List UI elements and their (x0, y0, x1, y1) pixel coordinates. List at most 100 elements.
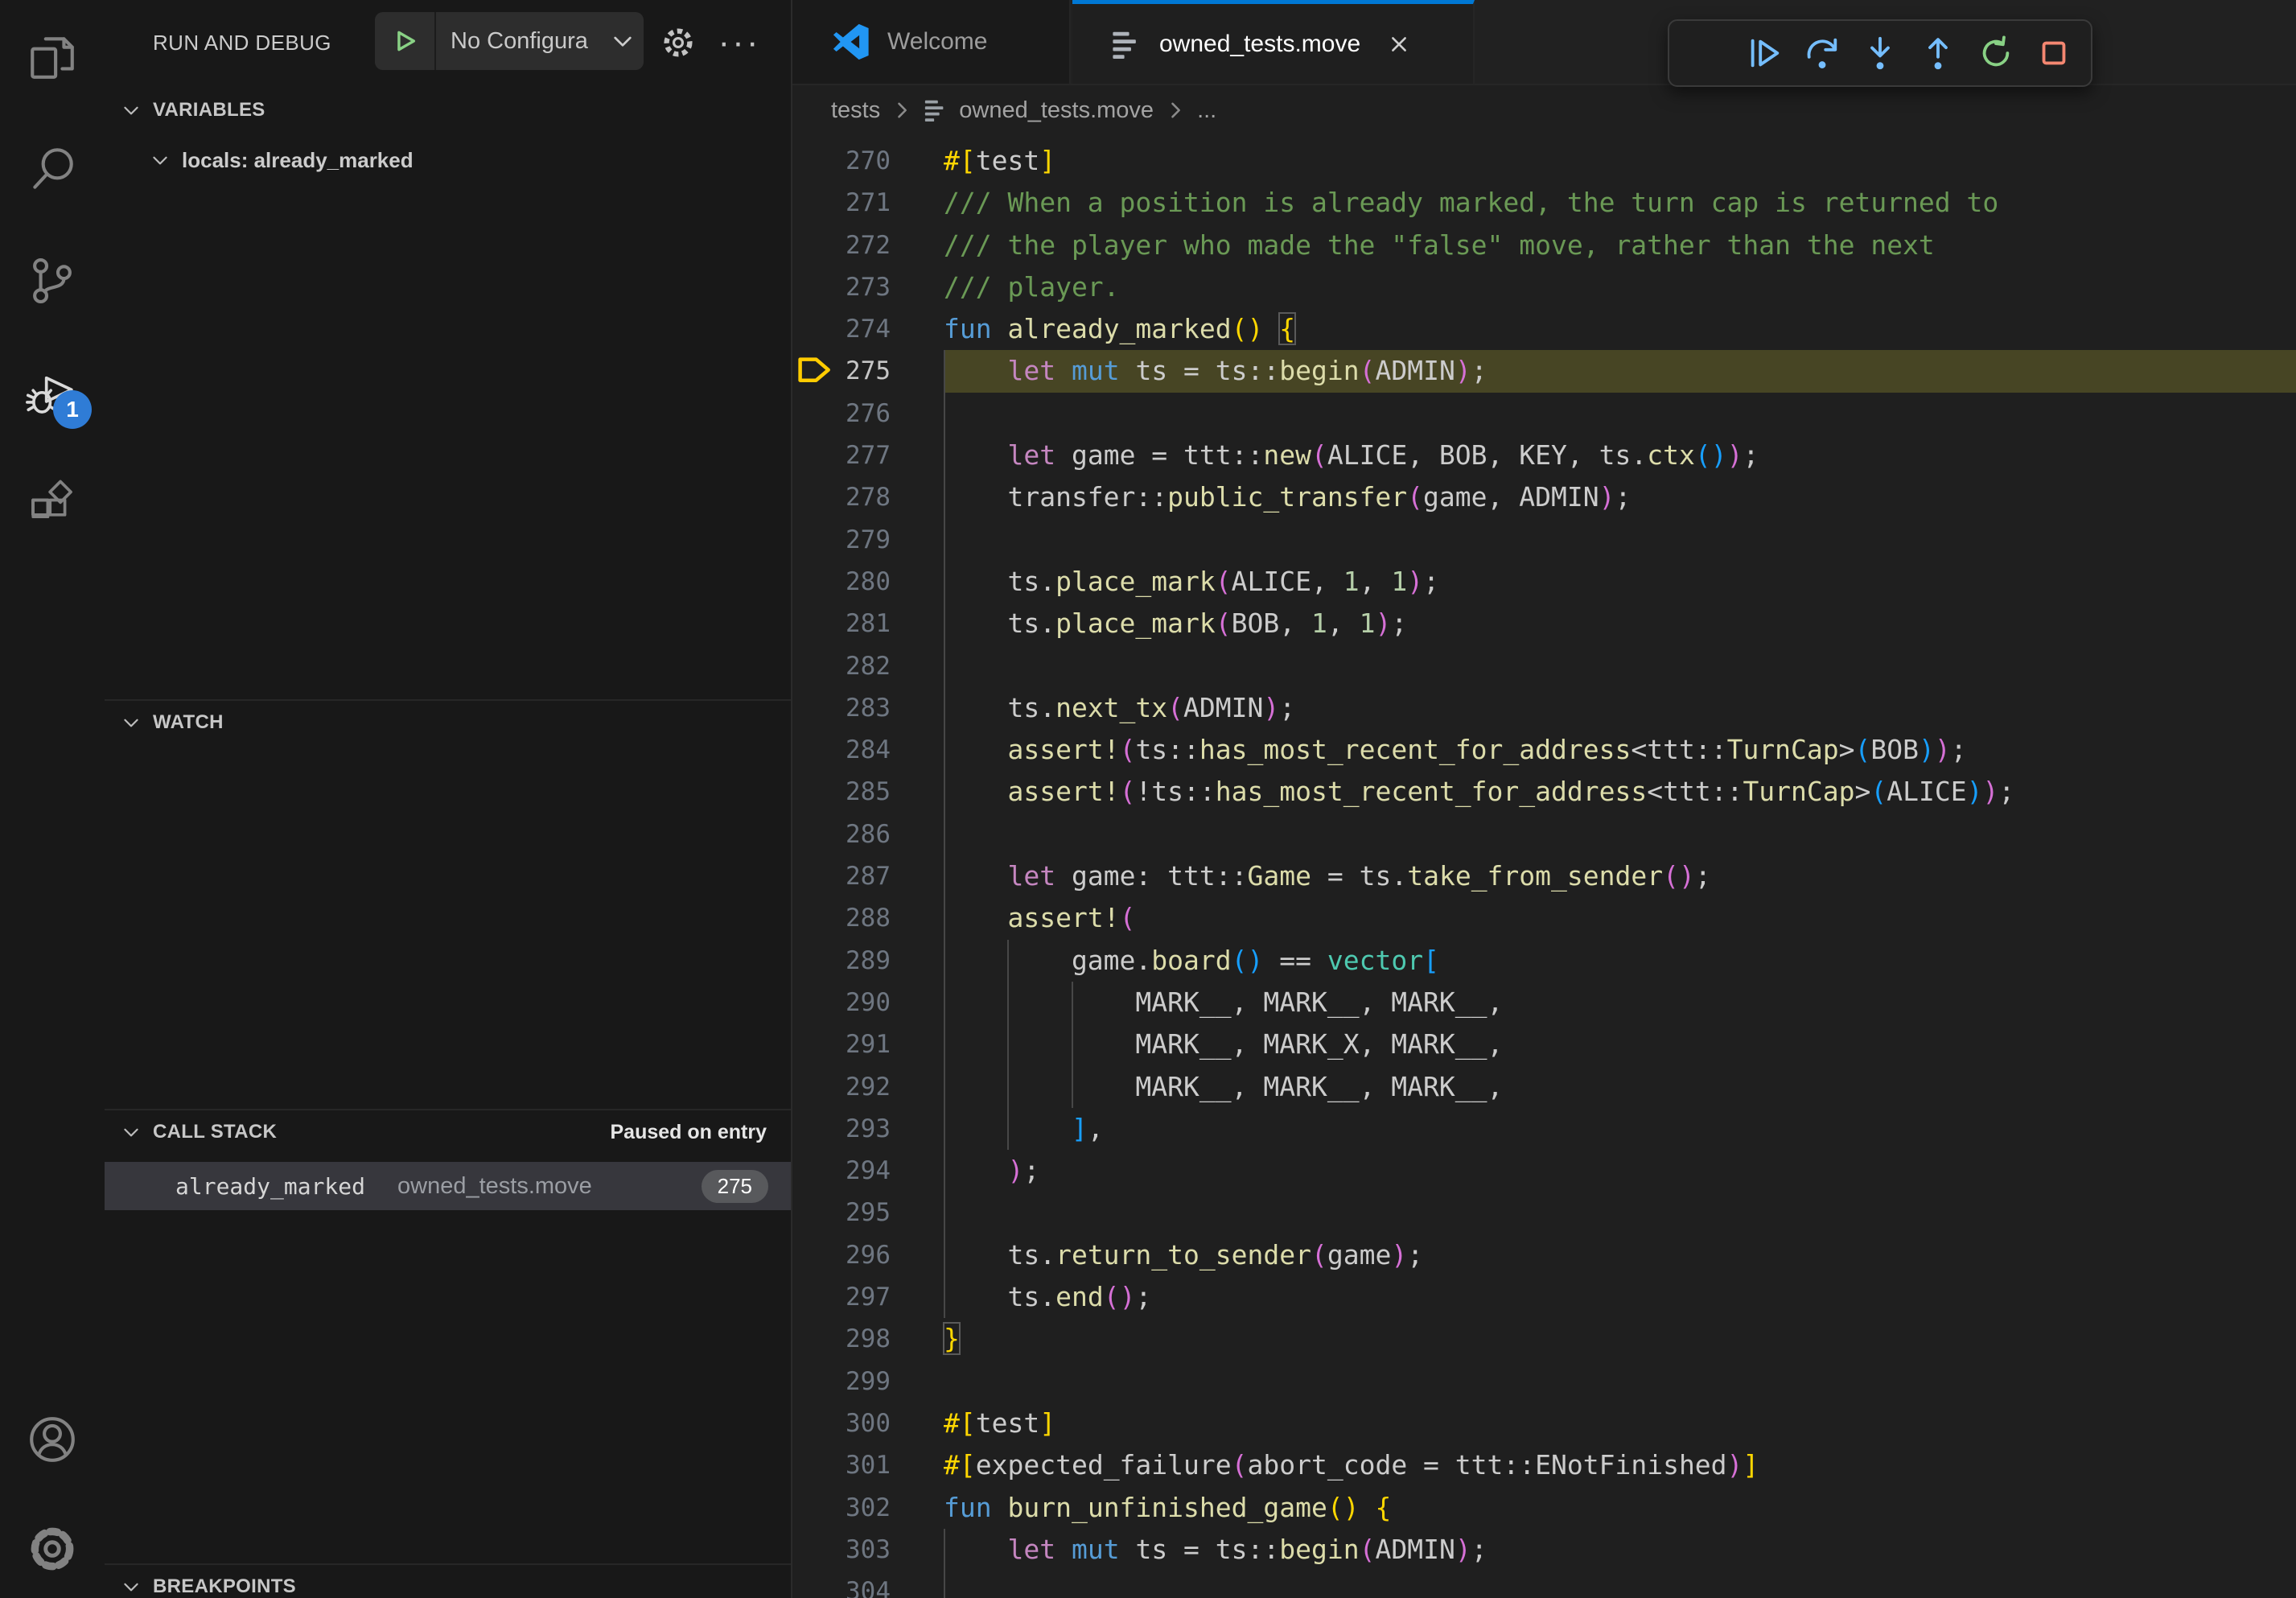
code-line-293[interactable]: 293 ], (791, 1108, 2296, 1150)
code-text[interactable]: fun burn_unfinished_game() { (944, 1487, 2296, 1529)
step-into-icon[interactable] (1851, 27, 1909, 80)
code-text[interactable]: ts.next_tx(ADMIN); (944, 687, 2296, 729)
watch-header[interactable]: WATCH (105, 701, 791, 744)
code-line-270[interactable]: 270#[test] (791, 140, 2296, 182)
gutter-line-300[interactable]: 300 (791, 1402, 944, 1444)
step-over-icon[interactable] (1793, 27, 1851, 80)
code-line-278[interactable]: 278 transfer::public_transfer(game, ADMI… (791, 476, 2296, 518)
code-line-302[interactable]: 302fun burn_unfinished_game() { (791, 1487, 2296, 1529)
code-text[interactable]: assert!(!ts::has_most_recent_for_address… (944, 771, 2296, 813)
gutter-line-284[interactable]: 284 (791, 729, 944, 771)
code-text[interactable] (944, 1192, 2296, 1234)
tab-welcome[interactable]: Welcome (791, 0, 1071, 84)
call-stack-header[interactable]: CALL STACK Paused on entry (105, 1110, 791, 1154)
code-text[interactable]: /// player. (944, 266, 2296, 308)
code-line-301[interactable]: 301#[expected_failure(abort_code = ttt::… (791, 1444, 2296, 1486)
gutter-line-273[interactable]: 273 (791, 266, 944, 308)
gutter-line-294[interactable]: 294 (791, 1150, 944, 1192)
code-line-291[interactable]: 291 MARK__, MARK_X, MARK__, (791, 1023, 2296, 1065)
code-line-288[interactable]: 288 assert!( (791, 897, 2296, 939)
code-text[interactable]: assert!(ts::has_most_recent_for_address<… (944, 729, 2296, 771)
code-text[interactable]: fun already_marked() { (944, 308, 2296, 350)
code-line-271[interactable]: 271/// When a position is already marked… (791, 182, 2296, 224)
gutter-line-288[interactable]: 288 (791, 897, 944, 939)
explorer-icon[interactable] (26, 31, 79, 84)
stop-icon[interactable] (2025, 27, 2083, 80)
variables-header[interactable]: VARIABLES (105, 89, 791, 132)
gutter-line-295[interactable]: 295 (791, 1192, 944, 1234)
code-text[interactable] (944, 645, 2296, 687)
code-text[interactable]: MARK__, MARK__, MARK__, (944, 1066, 2296, 1108)
code-line-297[interactable]: 297 ts.end(); (791, 1276, 2296, 1318)
code-line-286[interactable]: 286 (791, 813, 2296, 855)
gutter-line-272[interactable]: 272 (791, 224, 944, 266)
restart-icon[interactable] (1967, 27, 2025, 80)
code-text[interactable]: ts.place_mark(ALICE, 1, 1); (944, 561, 2296, 603)
code-line-299[interactable]: 299 (791, 1361, 2296, 1402)
gutter-line-289[interactable]: 289 (791, 940, 944, 982)
code-line-296[interactable]: 296 ts.return_to_sender(game); (791, 1234, 2296, 1276)
code-line-275[interactable]: 275 let mut ts = ts::begin(ADMIN); (791, 350, 2296, 392)
breakpoints-header[interactable]: BREAKPOINTS (105, 1565, 791, 1598)
code-line-283[interactable]: 283 ts.next_tx(ADMIN); (791, 687, 2296, 729)
code-line-294[interactable]: 294 ); (791, 1150, 2296, 1192)
code-text[interactable] (944, 393, 2296, 435)
code-editor[interactable]: 270#[test]271/// When a position is alre… (791, 135, 2296, 1598)
gutter-line-302[interactable]: 302 (791, 1487, 944, 1529)
gutter-line-297[interactable]: 297 (791, 1276, 944, 1318)
code-text[interactable]: ); (944, 1150, 2296, 1192)
code-line-304[interactable]: 304 (791, 1571, 2296, 1598)
gutter-line-271[interactable]: 271 (791, 182, 944, 224)
code-line-272[interactable]: 272/// the player who made the "false" m… (791, 224, 2296, 266)
code-text[interactable]: ts.end(); (944, 1276, 2296, 1318)
code-text[interactable]: ts.return_to_sender(game); (944, 1234, 2296, 1276)
gear-icon[interactable] (658, 23, 698, 63)
code-text[interactable] (944, 1361, 2296, 1402)
gutter-line-276[interactable]: 276 (791, 393, 944, 435)
code-line-280[interactable]: 280 ts.place_mark(ALICE, 1, 1); (791, 561, 2296, 603)
code-text[interactable]: #[expected_failure(abort_code = ttt::ENo… (944, 1444, 2296, 1486)
continue-icon[interactable] (1735, 27, 1793, 80)
source-control-icon[interactable] (26, 254, 79, 307)
gutter-line-304[interactable]: 304 (791, 1571, 944, 1598)
code-text[interactable]: MARK__, MARK_X, MARK__, (944, 1023, 2296, 1065)
code-text[interactable]: transfer::public_transfer(game, ADMIN); (944, 476, 2296, 518)
debug-config-select[interactable]: No Configura (451, 28, 592, 55)
settings-gear-icon[interactable] (26, 1522, 79, 1575)
debug-config-control[interactable]: No Configura (375, 12, 644, 70)
gutter-line-274[interactable]: 274 (791, 308, 944, 350)
code-text[interactable] (944, 519, 2296, 561)
code-text[interactable]: #[test] (944, 140, 2296, 182)
variables-scope-locals[interactable]: locals: already_marked (105, 138, 791, 182)
gutter-line-290[interactable]: 290 (791, 982, 944, 1023)
gutter-line-270[interactable]: 270 (791, 140, 944, 182)
gutter-line-282[interactable]: 282 (791, 645, 944, 687)
gutter-line-278[interactable]: 278 (791, 476, 944, 518)
start-debugging-icon[interactable] (375, 12, 436, 70)
breadcrumb-folder[interactable]: tests (831, 97, 880, 124)
code-line-289[interactable]: 289 game.board() == vector[ (791, 940, 2296, 982)
breadcrumb-symbol[interactable]: ... (1197, 97, 1216, 124)
gutter-line-280[interactable]: 280 (791, 561, 944, 603)
code-line-290[interactable]: 290 MARK__, MARK__, MARK__, (791, 982, 2296, 1023)
code-line-285[interactable]: 285 assert!(!ts::has_most_recent_for_add… (791, 771, 2296, 813)
code-text[interactable]: /// the player who made the "false" move… (944, 224, 2296, 266)
code-line-282[interactable]: 282 (791, 645, 2296, 687)
code-text[interactable]: ], (944, 1108, 2296, 1150)
code-text[interactable]: game.board() == vector[ (944, 940, 2296, 982)
code-text[interactable]: } (944, 1318, 2296, 1360)
gutter-line-303[interactable]: 303 (791, 1529, 944, 1571)
code-text[interactable]: let mut ts = ts::begin(ADMIN); (944, 350, 2296, 392)
gutter-line-301[interactable]: 301 (791, 1444, 944, 1486)
gutter-line-283[interactable]: 283 (791, 687, 944, 729)
gutter-line-285[interactable]: 285 (791, 771, 944, 813)
code-line-277[interactable]: 277 let game = ttt::new(ALICE, BOB, KEY,… (791, 435, 2296, 476)
gutter-line-275[interactable]: 275 (791, 350, 944, 392)
run-and-debug-icon[interactable]: 1 (26, 366, 79, 419)
code-text[interactable]: /// When a position is already marked, t… (944, 182, 2296, 224)
tab-owned-tests[interactable]: owned_tests.move (1072, 0, 1475, 84)
close-icon[interactable] (1381, 27, 1417, 62)
code-text[interactable] (944, 813, 2296, 855)
gutter-line-287[interactable]: 287 (791, 855, 944, 897)
code-line-300[interactable]: 300#[test] (791, 1402, 2296, 1444)
